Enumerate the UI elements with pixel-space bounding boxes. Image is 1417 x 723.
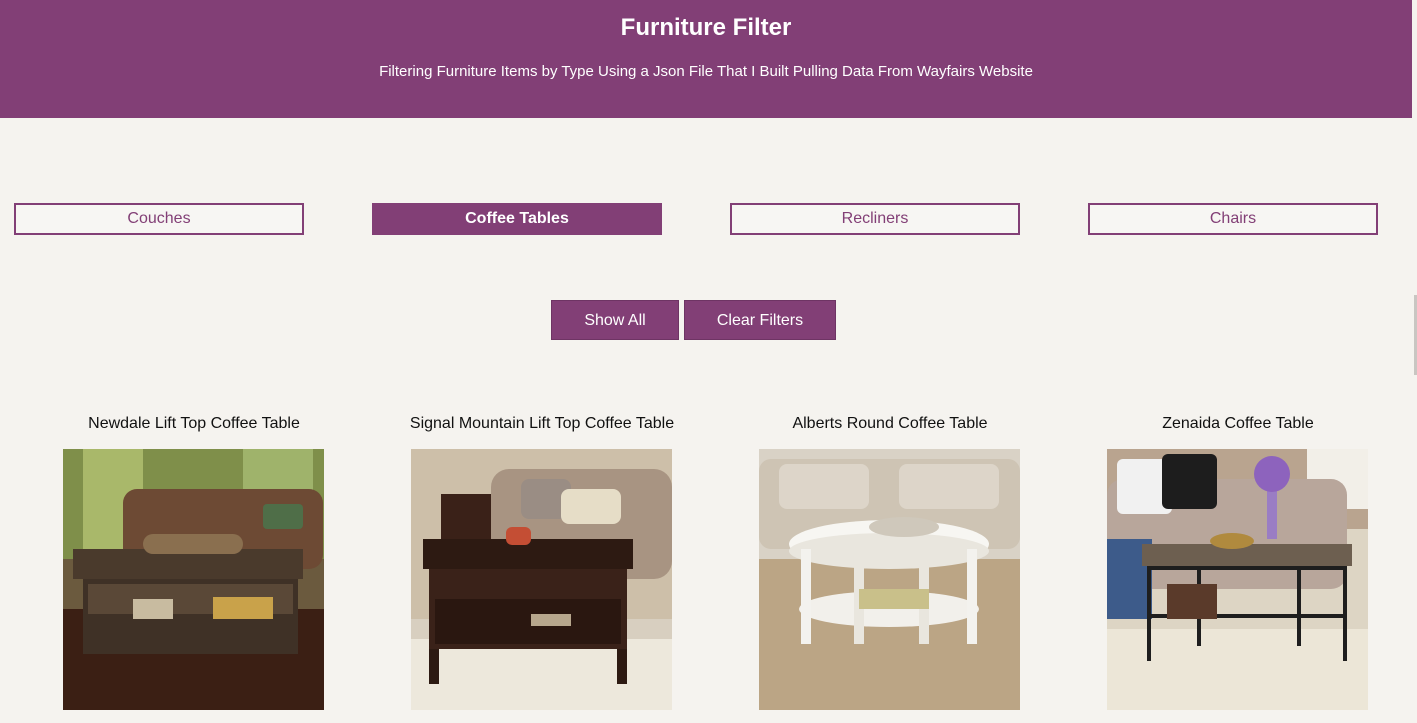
filter-button-couches[interactable]: Couches <box>14 203 304 235</box>
show-all-button[interactable]: Show All <box>551 300 679 340</box>
filter-button-recliners[interactable]: Recliners <box>730 203 1020 235</box>
product-image[interactable] <box>759 449 1020 710</box>
product-title: Signal Mountain Lift Top Coffee Table <box>409 415 675 432</box>
page-subtitle: Filtering Furniture Items by Type Using … <box>379 63 1033 80</box>
product-card[interactable]: Zenaida Coffee Table <box>1064 412 1412 710</box>
filter-button-coffee-tables[interactable]: Coffee Tables <box>372 203 662 235</box>
product-image[interactable] <box>1107 449 1368 710</box>
filter-button-chairs[interactable]: Chairs <box>1088 203 1378 235</box>
page-title: Furniture Filter <box>620 14 792 41</box>
product-title: Zenaida Coffee Table <box>1162 415 1314 432</box>
product-card[interactable]: Alberts Round Coffee Table <box>716 412 1064 710</box>
product-image[interactable] <box>411 449 672 710</box>
clear-filters-button[interactable]: Clear Filters <box>684 300 836 340</box>
product-card[interactable]: Newdale Lift Top Coffee Table <box>20 412 368 710</box>
product-card[interactable]: Signal Mountain Lift Top Coffee Table <box>368 412 716 710</box>
product-title: Newdale Lift Top Coffee Table <box>88 415 300 432</box>
page-header: Furniture Filter Filtering Furniture Ite… <box>0 0 1412 118</box>
product-image[interactable] <box>63 449 324 710</box>
product-title: Alberts Round Coffee Table <box>792 415 988 432</box>
